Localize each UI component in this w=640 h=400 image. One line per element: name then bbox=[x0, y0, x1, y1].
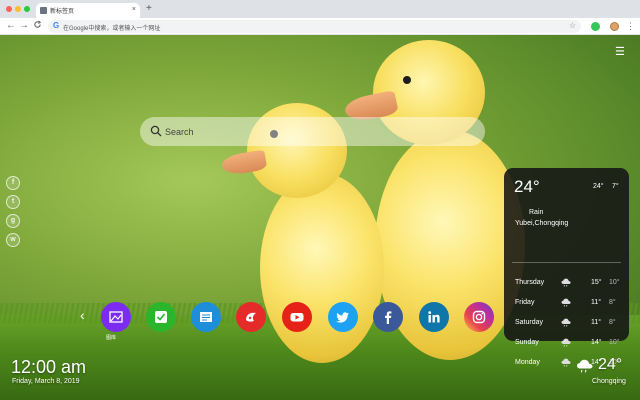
reload-icon bbox=[34, 20, 42, 28]
weather-high: 24° bbox=[593, 183, 604, 190]
forecast-high: 11° bbox=[591, 319, 602, 326]
close-window-button[interactable] bbox=[6, 6, 12, 12]
shortcut-youtube[interactable] bbox=[282, 302, 312, 332]
cloud-rain-icon bbox=[561, 358, 571, 367]
shortcut-game[interactable] bbox=[236, 302, 266, 332]
instagram-icon bbox=[472, 310, 486, 324]
forecast-day: Thursday bbox=[515, 279, 545, 286]
forecast-row: Saturday 11° 8° bbox=[504, 318, 629, 330]
reload-button[interactable] bbox=[33, 20, 42, 33]
search-icon bbox=[150, 125, 162, 137]
weather-widget-city: Chongqing bbox=[592, 378, 626, 385]
weather-condition: Rain bbox=[529, 209, 544, 216]
forecast-day: Monday bbox=[515, 359, 540, 366]
extension-icon[interactable] bbox=[591, 22, 600, 31]
weather-widget[interactable]: 24° Chongqing bbox=[576, 355, 636, 395]
facebook-icon[interactable]: f bbox=[6, 176, 20, 190]
wallpaper-icon bbox=[109, 311, 123, 323]
clock-date: Friday, March 8, 2019 bbox=[12, 378, 80, 385]
maximize-window-button[interactable] bbox=[24, 6, 30, 12]
forecast-row: Sunday 14° 10° bbox=[504, 338, 629, 350]
youtube-icon bbox=[290, 313, 304, 322]
shortcut-twitter[interactable] bbox=[328, 302, 358, 332]
tab-strip: 新标签页 × + bbox=[0, 0, 640, 18]
new-tab-button[interactable]: + bbox=[146, 4, 152, 14]
forecast-row: Friday 11° 8° bbox=[504, 298, 629, 310]
tab-title: 新标签页 bbox=[50, 9, 75, 15]
back-button[interactable]: ← bbox=[6, 20, 16, 32]
twitter-icon bbox=[336, 312, 349, 323]
browser-menu-button[interactable]: ⋮ bbox=[626, 20, 635, 32]
profile-avatar[interactable] bbox=[610, 22, 619, 31]
search-bar[interactable] bbox=[140, 117, 485, 146]
forecast-low: 10° bbox=[609, 279, 620, 286]
google-icon[interactable]: g bbox=[6, 214, 20, 228]
tab-close-button[interactable]: × bbox=[132, 5, 136, 15]
forecast-row: Thursday 15° 10° bbox=[504, 278, 629, 290]
address-bar[interactable]: G 在Google中搜索，或者输入一个网址 ☆ bbox=[48, 20, 581, 33]
weather-current-temp: 24° bbox=[514, 177, 540, 196]
forward-button[interactable]: → bbox=[19, 20, 29, 32]
shortcut-wallpaper[interactable] bbox=[101, 302, 131, 332]
shortcut-check[interactable] bbox=[146, 302, 176, 332]
weather-location: Yubei,Chongqing bbox=[515, 220, 569, 227]
forecast-low: 8° bbox=[609, 299, 616, 306]
game-icon bbox=[246, 312, 256, 322]
weather-widget-temp: 24° bbox=[598, 356, 623, 373]
notes-icon bbox=[200, 312, 212, 322]
minimize-window-button[interactable] bbox=[15, 6, 21, 12]
browser-toolbar: ← → G 在Google中搜索，或者输入一个网址 ☆ bbox=[0, 18, 640, 35]
shortcut-instagram[interactable] bbox=[464, 302, 494, 332]
menu-hamburger-icon[interactable]: ☰ bbox=[615, 46, 625, 58]
tab-favicon-icon bbox=[40, 7, 47, 14]
check-icon bbox=[155, 311, 167, 323]
google-icon: G bbox=[53, 21, 60, 30]
forecast-day: Saturday bbox=[515, 319, 544, 326]
cloud-rain-icon bbox=[577, 359, 593, 373]
forecast-high: 15° bbox=[591, 279, 602, 286]
cloud-rain-icon bbox=[561, 298, 571, 307]
forecast-low: 8° bbox=[609, 319, 616, 326]
forecast-high: 11° bbox=[591, 299, 602, 306]
shortcut-linkedin[interactable] bbox=[419, 302, 449, 332]
shortcuts-prev-arrow[interactable]: ‹ bbox=[80, 307, 85, 323]
browser-tab[interactable]: 新标签页 × bbox=[36, 3, 140, 18]
weather-divider bbox=[512, 262, 621, 263]
wechat-icon[interactable]: w bbox=[6, 233, 20, 247]
clock-time: 12:00 am bbox=[11, 357, 87, 377]
search-input[interactable] bbox=[165, 122, 465, 141]
forecast-low: 10° bbox=[609, 339, 620, 346]
forecast-day: Sunday bbox=[515, 339, 539, 346]
cloud-rain-icon bbox=[561, 318, 571, 327]
weather-panel: 24° 24° 7° Rain Yubei,Chongqing Thursday… bbox=[504, 168, 629, 367]
shortcut-facebook[interactable] bbox=[373, 302, 403, 332]
linkedin-icon bbox=[428, 311, 440, 323]
cloud-rain-icon bbox=[561, 278, 571, 287]
bookmark-star-icon[interactable]: ☆ bbox=[569, 21, 576, 31]
shortcut-notes[interactable] bbox=[191, 302, 221, 332]
facebook-icon bbox=[385, 311, 392, 324]
twitter-icon[interactable]: t bbox=[6, 195, 20, 209]
new-tab-page: ☰ f t g w ‹ 图库 12:00 am Frid bbox=[0, 35, 640, 400]
forecast-high: 14° bbox=[591, 339, 602, 346]
address-placeholder: 在Google中搜索，或者输入一个网址 bbox=[63, 26, 161, 32]
weather-low: 7° bbox=[612, 183, 619, 190]
cloud-rain-icon bbox=[561, 338, 571, 347]
shortcut-wallpaper-label: 图库 bbox=[106, 335, 117, 341]
forecast-day: Friday bbox=[515, 299, 535, 306]
